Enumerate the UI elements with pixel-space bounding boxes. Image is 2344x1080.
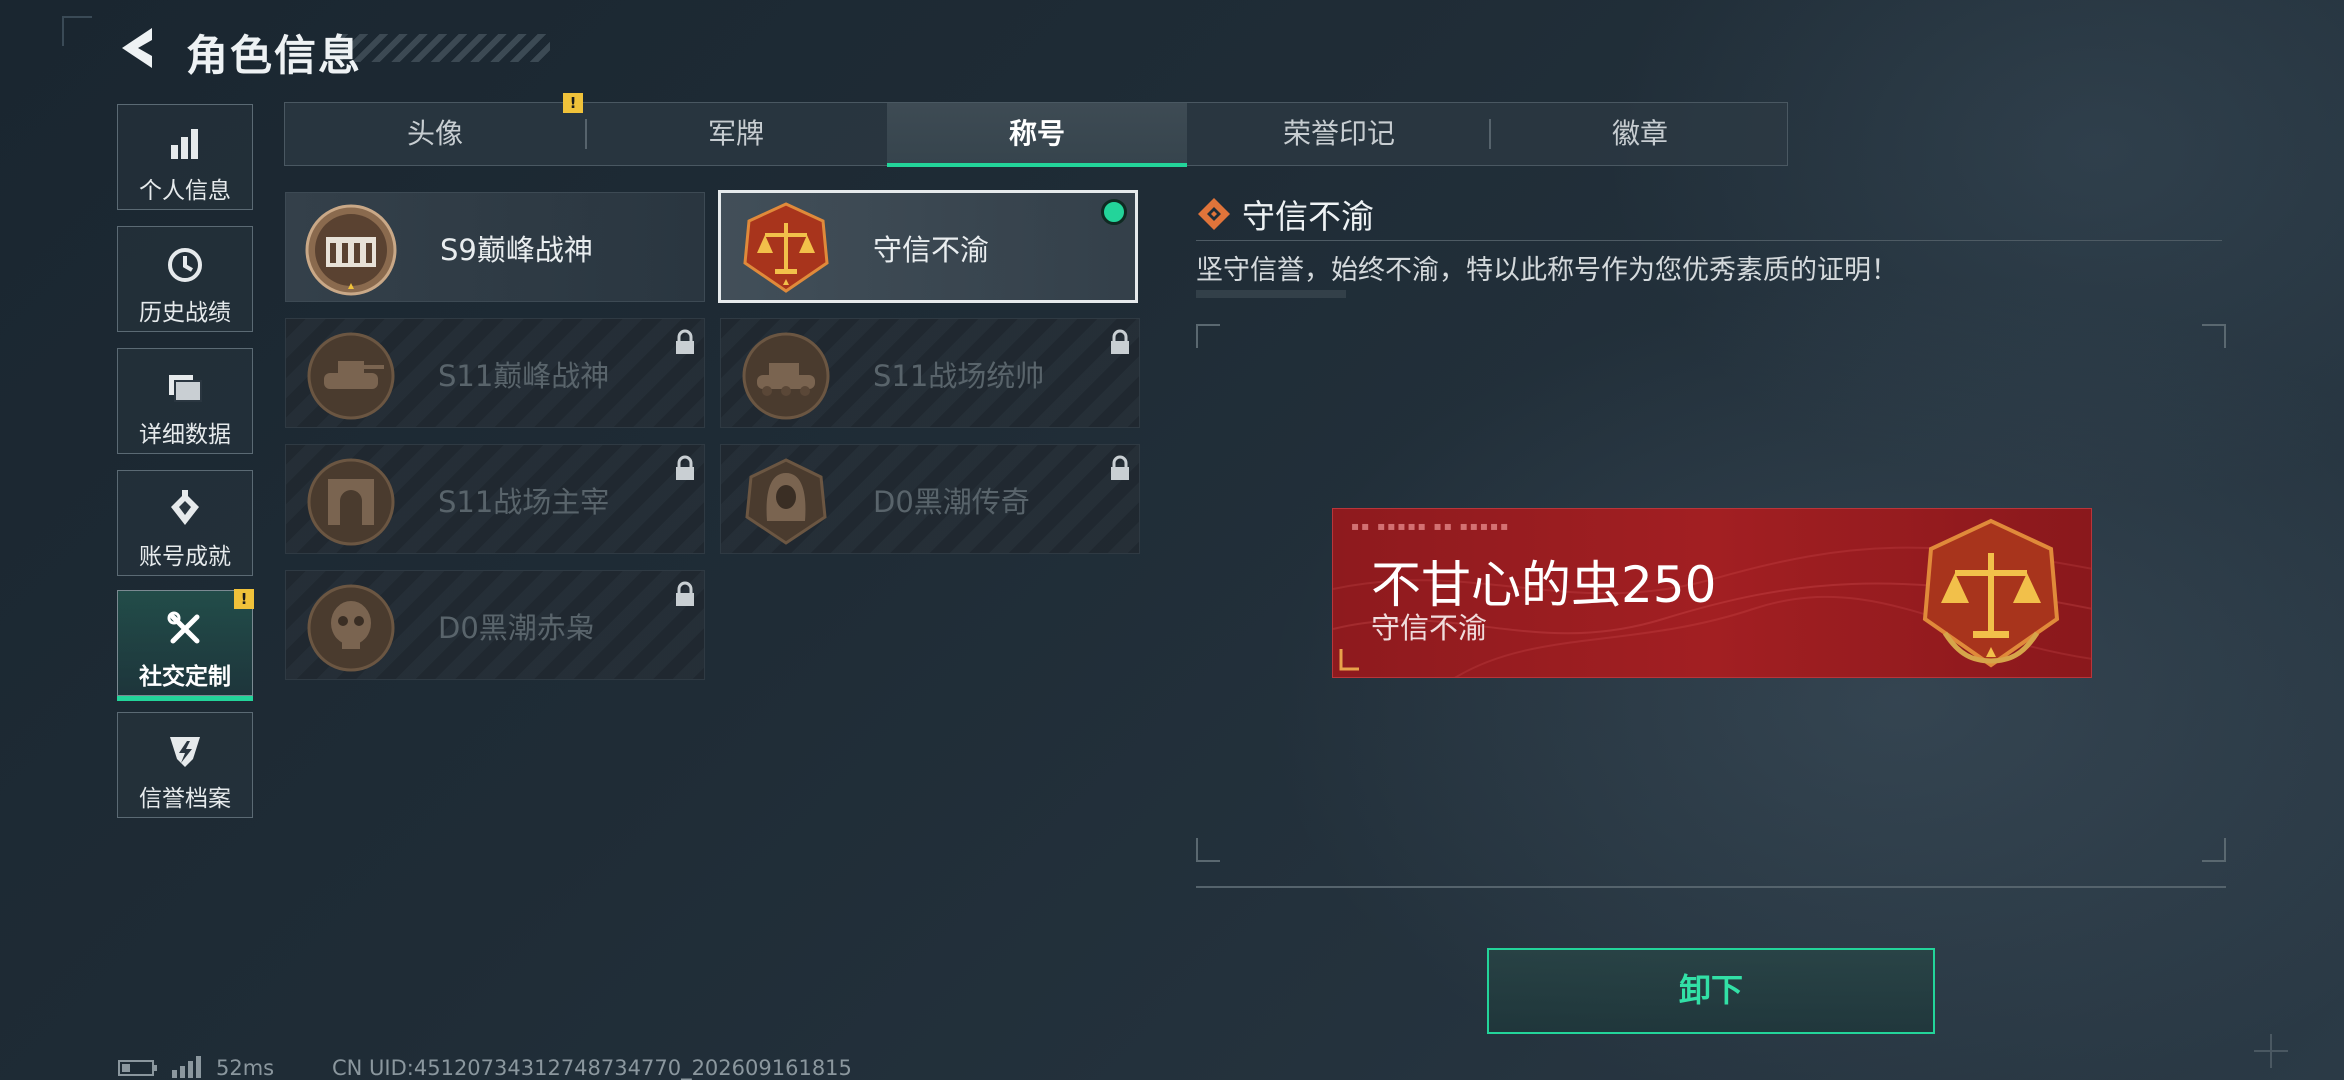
lock-icon bbox=[676, 455, 694, 480]
crosshair-decoration bbox=[2254, 1034, 2288, 1068]
title-decoration bbox=[340, 34, 550, 62]
tab-title[interactable]: 称号 bbox=[887, 103, 1187, 167]
corner-decoration bbox=[62, 16, 92, 46]
sidebar-item-label: 个人信息 bbox=[139, 178, 231, 204]
scales-emblem-icon bbox=[1922, 518, 2060, 668]
hooded-figure-emblem-icon bbox=[745, 458, 827, 545]
credit-shield-icon bbox=[170, 737, 200, 767]
sidebar-item-label: 社交定制 bbox=[139, 664, 231, 690]
preview-title: 守信不渝 bbox=[1371, 611, 1488, 645]
user-uid: CN UID:45120734312748734770_202609161815 bbox=[332, 1056, 852, 1080]
sidebar-item-achievements[interactable]: 账号成就 bbox=[117, 470, 253, 576]
tab-dog-tag[interactable]: 军牌 bbox=[586, 103, 886, 165]
sidebar-item-label: 信誉档案 bbox=[139, 786, 231, 812]
detail-title: 守信不渝 bbox=[1242, 197, 1374, 236]
sidebar-item-detailed-data[interactable]: 详细数据 bbox=[117, 348, 253, 454]
title-card-locked[interactable]: D0黑潮赤枭 bbox=[285, 570, 705, 680]
lock-icon bbox=[676, 581, 694, 606]
title-card-locked[interactable]: S11巅峰战神 bbox=[285, 318, 705, 428]
frame-corner bbox=[2202, 324, 2226, 348]
frame-corner bbox=[1196, 838, 1220, 862]
sidebar-item-label: 历史战绩 bbox=[139, 300, 231, 326]
back-arrow-icon[interactable] bbox=[118, 26, 160, 70]
divider bbox=[1196, 886, 2226, 888]
title-name: D0黑潮传奇 bbox=[873, 485, 1030, 519]
sidebar-item-label: 详细数据 bbox=[139, 422, 231, 448]
tab-avatar[interactable]: 头像 ! bbox=[285, 93, 585, 165]
arch-emblem-icon bbox=[307, 458, 395, 546]
armored-vehicle-emblem-icon bbox=[742, 332, 830, 420]
signal-icon bbox=[172, 1056, 201, 1078]
lock-icon bbox=[1111, 329, 1129, 354]
clock-history-icon bbox=[168, 248, 202, 282]
title-card[interactable]: S9巅峰战神 bbox=[285, 192, 705, 302]
tab-label: 头像 bbox=[406, 117, 463, 150]
sidebar-item-label: 账号成就 bbox=[139, 544, 231, 570]
divider bbox=[1196, 240, 2222, 241]
skull-emblem-icon bbox=[307, 584, 395, 672]
ping-value: 52ms bbox=[216, 1056, 275, 1080]
frame-corner bbox=[2202, 838, 2226, 862]
battery-icon bbox=[118, 1060, 157, 1076]
title-name: S11战场主宰 bbox=[438, 485, 610, 519]
frame-corner bbox=[1196, 324, 1220, 348]
sidebar-item-personal-info[interactable]: 个人信息 bbox=[117, 104, 253, 210]
title-card-locked[interactable]: D0黑潮传奇 bbox=[720, 444, 1140, 554]
diamond-icon bbox=[1198, 198, 1230, 230]
lock-icon bbox=[676, 329, 694, 354]
tab-badge[interactable]: 徽章 bbox=[1490, 103, 1790, 165]
tab-bar: 头像 ! 军牌 称号 荣誉印记 徽章 bbox=[284, 93, 1790, 167]
banner-code-decoration: ▪▪ ▪▪▪▪▪ ▪▪ ▪▪▪▪▪ bbox=[1351, 519, 1511, 533]
lock-icon bbox=[1111, 455, 1129, 480]
alert-badge: ! bbox=[563, 93, 583, 113]
tab-label: 军牌 bbox=[707, 117, 764, 150]
tab-label: 荣誉印记 bbox=[1282, 117, 1395, 150]
page-title: 角色信息 bbox=[186, 31, 363, 80]
tank-emblem-icon bbox=[307, 332, 395, 420]
sidebar-item-history[interactable]: 历史战绩 bbox=[117, 226, 253, 332]
title-preview-banner: ▪▪ ▪▪▪▪▪ ▪▪ ▪▪▪▪▪ 不甘心的虫250 守信不渝 bbox=[1332, 508, 2092, 678]
title-card-locked[interactable]: S11战场统帅 bbox=[720, 318, 1140, 428]
tools-icon bbox=[167, 611, 200, 644]
decoration-bar bbox=[1196, 290, 1346, 298]
colosseum-emblem-icon bbox=[305, 204, 397, 296]
tab-honor-mark[interactable]: 荣誉印记 bbox=[1189, 103, 1489, 165]
title-card-selected[interactable]: 守信不渝 bbox=[718, 190, 1138, 303]
sidebar-item-social-custom[interactable]: 社交定制 ! bbox=[117, 589, 254, 701]
achievement-icon bbox=[171, 490, 199, 525]
folder-icon bbox=[169, 375, 202, 402]
title-name: S11巅峰战神 bbox=[438, 359, 610, 393]
detail-description: 坚守信誉，始终不渝，特以此称号作为您优秀素质的证明！ bbox=[1196, 255, 1898, 286]
title-name: D0黑潮赤枭 bbox=[438, 611, 595, 645]
title-name: 守信不渝 bbox=[873, 233, 990, 267]
tab-label: 徽章 bbox=[1611, 117, 1668, 150]
title-name: S9巅峰战神 bbox=[440, 233, 593, 267]
bar-chart-icon bbox=[171, 129, 198, 159]
title-name: S11战场统帅 bbox=[873, 359, 1045, 393]
equipped-indicator bbox=[1101, 199, 1127, 225]
alert-badge: ! bbox=[234, 589, 254, 609]
sidebar-item-credit-record[interactable]: 信誉档案 bbox=[117, 712, 253, 818]
tab-label: 称号 bbox=[1008, 117, 1065, 150]
unequip-button[interactable]: 卸下 bbox=[1487, 948, 1935, 1034]
title-card-locked[interactable]: S11战场主宰 bbox=[285, 444, 705, 554]
scales-emblem-icon bbox=[743, 202, 829, 293]
